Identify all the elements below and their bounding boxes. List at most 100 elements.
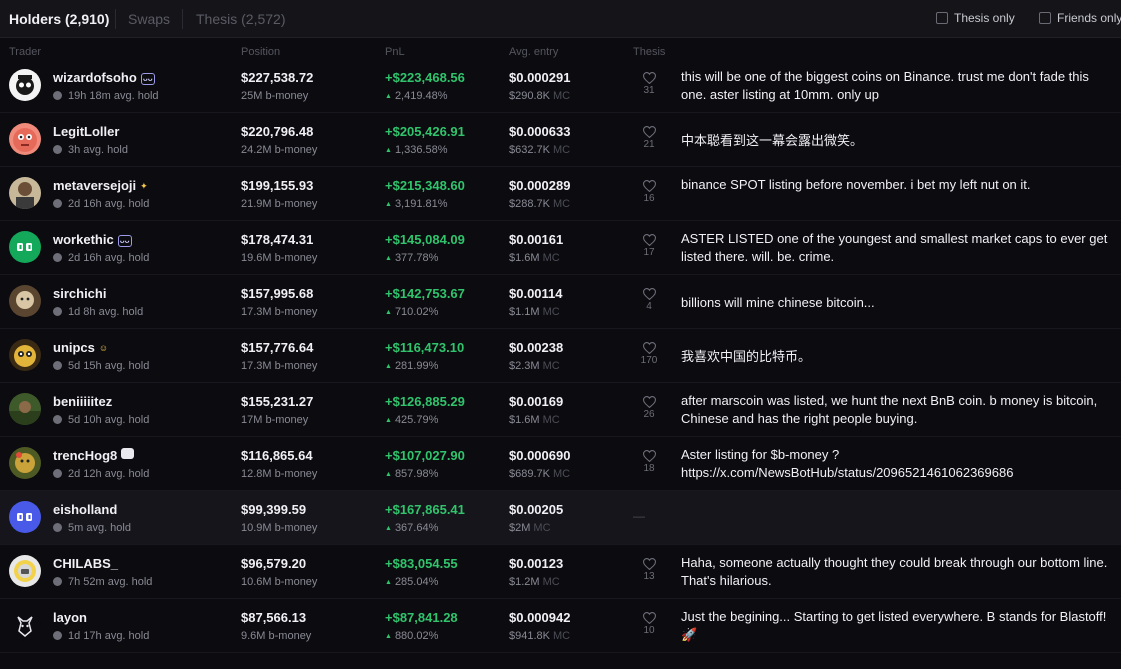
like-button[interactable]: 26 [636, 396, 662, 420]
trader-name-cell[interactable]: metaversejoji ✦ [53, 178, 148, 193]
trader-name[interactable]: wizardofsoho [53, 70, 137, 85]
table-row[interactable]: metaversejoji ✦ 2d 16h avg. hold $199,155.9… [0, 167, 1121, 221]
table-row[interactable]: beniiiiitez 5d 10h avg. hold $155,231.27 17… [0, 383, 1121, 437]
like-button[interactable]: 17 [636, 234, 662, 258]
avatar[interactable] [9, 555, 41, 587]
trader-name-cell[interactable]: sirchichi [53, 286, 106, 301]
table-row[interactable]: workethic ᴗᴗ 2d 16h avg. hold $178,474.31 19… [0, 221, 1121, 275]
token-amount: 17.3M b-money [241, 360, 318, 372]
col-avg-entry[interactable]: Avg. entry [509, 46, 558, 58]
col-pnl[interactable]: PnL [385, 46, 405, 58]
trader-name-cell[interactable]: wizardofsoho ᴗᴗ [53, 70, 155, 85]
avg-entry-price: $0.00161 [509, 232, 564, 247]
avatar[interactable] [9, 447, 41, 479]
avg-entry-price: $0.000291 [509, 70, 571, 85]
trader-name[interactable]: unipcs [53, 340, 95, 355]
avatar[interactable] [9, 69, 41, 101]
avg-entry-price: $0.000289 [509, 178, 571, 193]
thesis-only-checkbox[interactable] [936, 12, 948, 24]
avg-hold-text: 2d 16h avg. hold [68, 198, 150, 210]
trader-name[interactable]: layon [53, 610, 87, 625]
avatar[interactable] [9, 285, 41, 317]
trader-name-cell[interactable]: workethic ᴗᴗ [53, 232, 132, 247]
thesis-text: Haha, someone actually thought they coul… [681, 555, 1108, 588]
trader-name[interactable]: beniiiiitez [53, 394, 112, 409]
table-row[interactable]: wizardofsoho ᴗᴗ 19h 18m avg. hold $227,538.… [0, 59, 1121, 113]
position-value: $199,155.93 [241, 178, 314, 193]
tab-swaps[interactable]: Swaps [128, 11, 170, 27]
pnl-value: +$142,753.67 [385, 286, 465, 301]
trader-name-cell[interactable]: layon [53, 610, 87, 625]
like-count: 13 [643, 571, 655, 582]
like-button[interactable]: 10 [636, 612, 662, 636]
table-row[interactable]: sirchichi 1d 8h avg. hold $157,995.68 17.3M… [0, 275, 1121, 329]
avg-hold-text: 1d 8h avg. hold [68, 306, 144, 318]
clock-icon [53, 415, 62, 424]
table-row[interactable]: eisholland 5m avg. hold $99,399.59 10.9M b-… [0, 491, 1121, 545]
tab-thesis[interactable]: Thesis (2,572) [196, 11, 285, 27]
heart-icon [642, 450, 656, 462]
user-badge-icon: ᴗᴗ [117, 235, 132, 247]
table-row[interactable]: LegitLoller 3h avg. hold $220,796.48 24.2M … [0, 113, 1121, 167]
avg-hold-text: 2d 16h avg. hold [68, 252, 150, 264]
pnl-percent-text: 1,336.58% [394, 144, 448, 156]
token-amount: 9.6M b-money [241, 630, 312, 642]
trader-name[interactable]: CHILABS_ [53, 556, 118, 571]
avatar[interactable] [9, 231, 41, 263]
tab-holders[interactable]: Holders (2,910) [9, 11, 109, 27]
like-button[interactable]: 13 [636, 558, 662, 582]
friends-only-checkbox[interactable] [1039, 12, 1051, 24]
market-cap: $632.7K MC [509, 144, 570, 156]
token-amount: 25M b-money [241, 90, 309, 102]
thesis-text: after marscoin was listed, we hunt the n… [681, 393, 1098, 426]
heart-icon [642, 72, 656, 84]
like-button[interactable]: 4 [636, 288, 662, 312]
avatar[interactable] [9, 339, 41, 371]
trader-name-cell[interactable]: beniiiiitez [53, 394, 112, 409]
trader-name-cell[interactable]: trencHog8 [53, 448, 135, 463]
trader-name[interactable]: workethic [53, 232, 114, 247]
avg-hold: 2d 16h avg. hold [53, 198, 149, 210]
trader-name[interactable]: LegitLoller [53, 124, 119, 139]
trader-name[interactable]: eisholland [53, 502, 117, 517]
col-position[interactable]: Position [241, 46, 280, 58]
avg-entry-price: $0.000942 [509, 610, 571, 625]
position-value: $116,865.64 [241, 448, 313, 463]
avatar[interactable] [9, 177, 41, 209]
like-button[interactable]: 16 [636, 180, 662, 204]
avatar[interactable] [9, 123, 41, 155]
friends-only-filter[interactable]: Friends only [1039, 11, 1121, 25]
trader-name-cell[interactable]: CHILABS_ [53, 556, 118, 571]
avatar[interactable] [9, 609, 41, 641]
like-button[interactable]: 170 [636, 342, 662, 366]
market-cap: $288.7K MC [509, 198, 570, 210]
trader-name[interactable]: metaversejoji [53, 178, 136, 193]
pnl-percent: ▲ 3,191.81% [385, 198, 448, 210]
heart-icon [642, 234, 656, 246]
thesis-only-filter[interactable]: Thesis only [936, 11, 1015, 25]
trader-name[interactable]: trencHog8 [53, 448, 117, 463]
table-row[interactable]: CHILABS_ 7h 52m avg. hold $96,579.20 10.6M … [0, 545, 1121, 599]
market-cap-value: $2.3M [509, 360, 540, 372]
like-count: 31 [643, 85, 655, 96]
like-button[interactable]: 31 [636, 72, 662, 96]
like-button[interactable]: 18 [636, 450, 662, 474]
avatar[interactable] [9, 501, 41, 533]
tab-divider [115, 9, 116, 29]
table-row[interactable]: unipcs ☺ 5d 15h avg. hold $157,776.64 17.3M … [0, 329, 1121, 383]
avg-hold-text: 2d 12h avg. hold [68, 468, 150, 480]
thesis-text: Aster listing for $b-money ? https://x.c… [681, 447, 1014, 480]
avg-entry-price: $0.00123 [509, 556, 564, 571]
token-amount: 10.9M b-money [241, 522, 318, 534]
like-button[interactable]: 21 [636, 126, 662, 150]
trader-name-cell[interactable]: unipcs ☺ [53, 340, 108, 355]
trader-name[interactable]: sirchichi [53, 286, 106, 301]
pnl-percent: ▲ 377.78% [385, 252, 438, 264]
table-row[interactable]: trencHog8 2d 12h avg. hold $116,865.64 12.8… [0, 437, 1121, 491]
avatar[interactable] [9, 393, 41, 425]
trader-name-cell[interactable]: LegitLoller [53, 124, 119, 139]
trader-name-cell[interactable]: eisholland [53, 502, 117, 517]
token-amount: 19.6M b-money [241, 252, 318, 264]
like-count: 10 [643, 625, 655, 636]
table-row[interactable]: layon 1d 17h avg. hold $87,566.13 9.6M b-mo… [0, 599, 1121, 653]
